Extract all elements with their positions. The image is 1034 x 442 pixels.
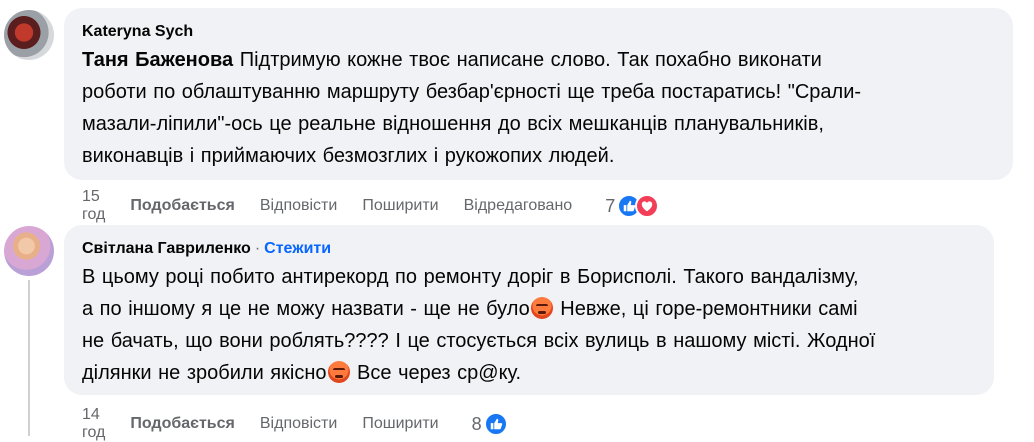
reactions-summary[interactable]: 8	[472, 412, 508, 436]
comment-timestamp[interactable]: 14 год	[82, 406, 105, 442]
angry-face-emoji-icon	[530, 297, 553, 319]
thread-line	[28, 280, 30, 436]
comment-author[interactable]: Світлана Гавриленко	[82, 239, 251, 259]
comment-text-line: ділянки не зробили якісно	[82, 362, 327, 384]
comment-actions: 15 год Подобається Відповісти Поширити В…	[82, 188, 660, 224]
reaction-count: 7	[605, 195, 616, 216]
share-button[interactable]: Поширити	[362, 415, 438, 433]
love-icon	[635, 194, 660, 218]
share-button[interactable]: Поширити	[362, 197, 438, 215]
reply-button[interactable]: Відповісти	[260, 197, 337, 215]
comment-text-line: виконавців і приймаючих безмозглих і рук…	[82, 145, 615, 167]
reactions-summary[interactable]: 7	[605, 194, 660, 218]
angry-face-emoji-icon	[327, 361, 350, 383]
comment-text-line: Підтримую кожне твоє написане слово. Так…	[239, 49, 822, 71]
follow-button[interactable]: Стежити	[264, 240, 331, 258]
comment-text: В цьому році побито антирекорд по ремонт…	[82, 261, 976, 389]
avatar[interactable]	[4, 10, 54, 60]
like-button[interactable]: Подобається	[130, 197, 235, 215]
comment-text-line: мазали-ліпили"-ось це реальне відношення…	[82, 113, 824, 135]
avatar[interactable]	[4, 226, 54, 276]
edited-label[interactable]: Відредаговано	[464, 197, 573, 215]
comment-timestamp[interactable]: 15 год	[82, 188, 105, 224]
comment-text-line: не бачать, що вони роблять???? І це стос…	[82, 330, 876, 352]
comment-header: Світлана Гавриленко · Стежити	[82, 239, 976, 259]
comment-text-line: а по іншому я це не можу назвати - ще не…	[82, 298, 530, 320]
comment-text-line: роботи по облаштуванню маршруту безбар'є…	[82, 81, 862, 103]
comment-text: Таня Баженова Підтримую кожне твоє напис…	[82, 44, 995, 172]
like-icon	[483, 412, 508, 436]
separator-dot: ·	[254, 240, 261, 257]
comment-text-line: Все через ср@ку.	[350, 362, 522, 384]
mention-link[interactable]: Таня Баженова	[82, 49, 233, 71]
comment-author[interactable]: Kateryna Sych	[82, 22, 995, 42]
comment-actions: 14 год Подобається Відповісти Поширити 8	[82, 406, 508, 442]
reply-button[interactable]: Відповісти	[260, 415, 337, 433]
comment-text-line: В цьому році побито антирекорд по ремонт…	[82, 266, 859, 288]
comment-bubble: Світлана Гавриленко · Стежити В цьому ро…	[64, 225, 994, 395]
comment-text-line: Невже, ці горе-ремонтники самі	[553, 298, 858, 320]
reaction-count: 8	[471, 413, 482, 434]
like-button[interactable]: Подобається	[130, 415, 235, 433]
comment-bubble: Kateryna Sych Таня Баженова Підтримую ко…	[64, 8, 1013, 180]
